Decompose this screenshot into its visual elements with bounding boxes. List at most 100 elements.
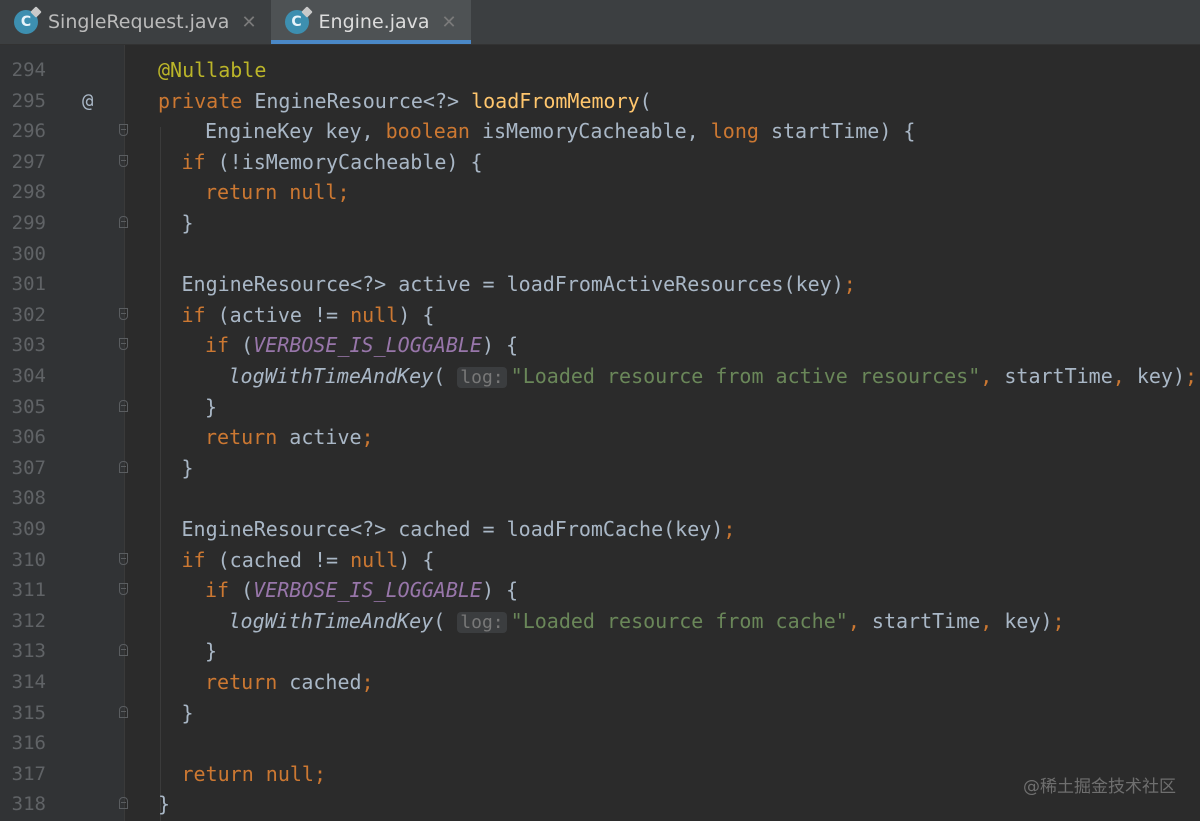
code-line[interactable]: 298 return null; bbox=[0, 177, 1200, 207]
code-token: } bbox=[158, 792, 171, 817]
code-token: long bbox=[710, 119, 771, 144]
code-token: startTime bbox=[871, 608, 981, 633]
line-number: 306 bbox=[11, 426, 46, 449]
code-token: ) { bbox=[481, 333, 519, 358]
code-token: return bbox=[205, 670, 290, 694]
java-class-icon: C bbox=[284, 10, 309, 34]
code-line[interactable]: 314 return cached; bbox=[0, 667, 1200, 697]
code-line[interactable]: 315} bbox=[0, 698, 1200, 728]
fold-marker-icon[interactable] bbox=[119, 216, 128, 228]
code-token: , bbox=[847, 608, 872, 633]
code-token: return null; bbox=[205, 180, 350, 205]
fold-marker-icon[interactable] bbox=[119, 307, 128, 320]
fold-marker-icon[interactable] bbox=[119, 644, 128, 657]
code-line[interactable]: 303 if (VERBOSE_IS_LOGGABLE) { bbox=[0, 330, 1200, 360]
code-token: ; bbox=[361, 670, 374, 694]
code-text: } bbox=[205, 636, 217, 666]
code-token: startTime bbox=[1004, 364, 1113, 388]
code-line[interactable]: 302 if (active != null) { bbox=[0, 300, 1200, 330]
code-token: EngineResource<?> bbox=[254, 88, 472, 113]
tab-label: Engine.java bbox=[318, 11, 430, 33]
code-token: , bbox=[980, 364, 1005, 388]
close-icon[interactable]: ✕ bbox=[241, 12, 256, 33]
code-text: @Nullable bbox=[158, 55, 266, 85]
line-number: 309 bbox=[11, 518, 46, 540]
fold-marker-icon[interactable] bbox=[119, 460, 128, 473]
code-line[interactable]: 307} bbox=[0, 453, 1200, 483]
fold-marker-icon[interactable] bbox=[119, 797, 128, 810]
code-line[interactable]: 299} bbox=[0, 208, 1200, 238]
code-line[interactable]: 312 logWithTimeAndKey( log: "Loaded resour… bbox=[0, 606, 1200, 636]
line-number: 310 bbox=[11, 548, 46, 571]
code-token: ; bbox=[1052, 608, 1065, 633]
code-text: return null; bbox=[182, 759, 327, 789]
fold-marker-icon[interactable] bbox=[119, 338, 128, 351]
code-text: } bbox=[205, 392, 217, 422]
code-token: EngineResource<?> cached = loadFromCache… bbox=[181, 517, 724, 541]
code-text: EngineResource<?> active = loadFromActiv… bbox=[182, 269, 856, 299]
line-number: 295 bbox=[11, 89, 46, 112]
code-token: if bbox=[205, 578, 242, 603]
code-line[interactable]: 294 @Nullable bbox=[0, 55, 1200, 85]
line-number: 318 bbox=[11, 793, 46, 816]
code-token: } bbox=[205, 394, 218, 419]
code-line[interactable]: 305} bbox=[0, 392, 1200, 422]
code-token: ; bbox=[361, 425, 374, 450]
code-token: if bbox=[181, 302, 218, 327]
code-line[interactable]: 311 if (VERBOSE_IS_LOGGABLE) { bbox=[0, 575, 1200, 605]
code-token: null bbox=[350, 302, 399, 327]
code-text: } bbox=[182, 453, 194, 483]
tab-engine[interactable]: C Engine.java ✕ bbox=[270, 0, 471, 44]
code-line[interactable]: 317 return null; bbox=[0, 759, 1200, 789]
code-token: key) bbox=[1004, 608, 1053, 633]
line-number: 302 bbox=[11, 303, 46, 326]
java-class-icon: C bbox=[14, 10, 38, 34]
code-token: isMemoryCacheable, bbox=[481, 119, 711, 144]
line-number: 297 bbox=[11, 150, 46, 173]
code-token: @Nullable bbox=[158, 58, 267, 82]
code-token: (active != bbox=[217, 302, 351, 327]
code-text: return null; bbox=[205, 177, 350, 207]
code-line[interactable]: 309 EngineResource<?> cached = loadFromCa… bbox=[0, 514, 1200, 544]
code-token: ; bbox=[843, 272, 856, 297]
parameter-hint: log: bbox=[457, 611, 507, 633]
line-number: 298 bbox=[11, 181, 46, 204]
code-token: logWithTimeAndKey bbox=[228, 364, 434, 388]
code-line[interactable]: 297 if (!isMemoryCacheable) { bbox=[0, 147, 1200, 177]
fold-marker-icon[interactable] bbox=[119, 124, 128, 137]
code-line[interactable]: 316 bbox=[0, 728, 1200, 758]
fold-marker-icon[interactable] bbox=[119, 705, 128, 718]
code-token: VERBOSE_IS_LOGGABLE bbox=[253, 578, 482, 603]
tab-single-request[interactable]: C SingleRequest.java ✕ bbox=[0, 0, 271, 44]
code-token: EngineKey key, bbox=[205, 119, 386, 144]
code-token: if bbox=[181, 149, 218, 174]
code-line[interactable]: 310 if (cached != null) { bbox=[0, 545, 1200, 575]
fold-marker-icon[interactable] bbox=[119, 154, 128, 167]
code-editor[interactable]: 294 @Nullable 295 @ private EngineResource<?… bbox=[0, 45, 1200, 821]
fold-marker-icon[interactable] bbox=[119, 552, 128, 565]
fold-marker-icon[interactable] bbox=[119, 583, 128, 596]
code-token: return null; bbox=[181, 761, 327, 786]
code-line[interactable]: 296 EngineKey key, boolean isMemoryCachea… bbox=[0, 116, 1200, 146]
code-line[interactable]: 301 EngineResource<?> active = loadFromAc… bbox=[0, 269, 1200, 299]
code-token: ) { bbox=[398, 547, 435, 572]
code-text: EngineResource<?> cached = loadFromCache… bbox=[182, 514, 736, 544]
fold-marker-icon[interactable] bbox=[119, 399, 128, 412]
code-line[interactable]: 308 bbox=[0, 483, 1200, 513]
code-line[interactable]: 295 @ private EngineResource<?> loadFromMe… bbox=[0, 86, 1200, 116]
code-line[interactable]: 306 return active; bbox=[0, 422, 1200, 452]
close-icon[interactable]: ✕ bbox=[442, 12, 457, 33]
code-line[interactable]: 304 logWithTimeAndKey( log: "Loaded resour… bbox=[0, 361, 1200, 391]
code-line[interactable]: 300 bbox=[0, 239, 1200, 269]
override-marker-icon[interactable]: @ bbox=[82, 86, 102, 116]
code-token: (!isMemoryCacheable) { bbox=[217, 149, 483, 174]
line-number: 299 bbox=[11, 212, 46, 234]
code-line[interactable]: 318} bbox=[0, 789, 1200, 819]
code-token: boolean bbox=[385, 119, 482, 144]
code-token: ( bbox=[433, 364, 458, 388]
code-token: return bbox=[205, 425, 290, 450]
parameter-hint: log: bbox=[457, 367, 507, 388]
line-number: 313 bbox=[11, 640, 46, 663]
code-line[interactable]: 313} bbox=[0, 636, 1200, 666]
code-token: active bbox=[289, 425, 362, 450]
